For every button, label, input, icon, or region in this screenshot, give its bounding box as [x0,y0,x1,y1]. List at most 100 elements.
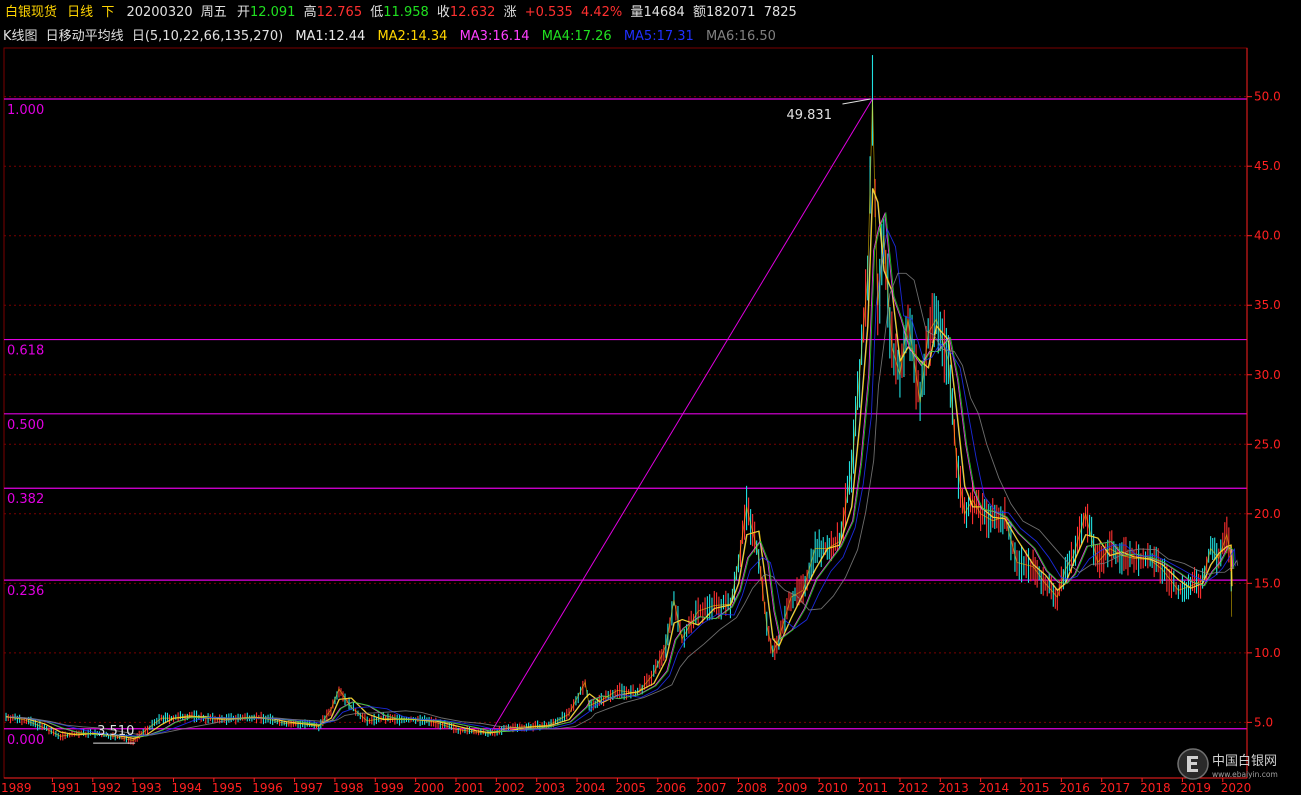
ma5-value: MA5:17.31 [623,29,694,44]
y-tick-label: 10.0 [1254,646,1281,660]
x-tick-label: 2004 [575,781,606,795]
fib-level-label: 0.500 [7,418,44,433]
chart-name[interactable]: K线图 [3,29,38,44]
y-tick-label: 45.0 [1254,159,1281,173]
x-tick-label: 2001 [454,781,485,795]
y-tick-label: 35.0 [1254,298,1281,312]
low-label: 低 [370,5,384,20]
close-price-line [5,99,1233,741]
quote-header: 白银现货 日线 下 20200320 周五 开12.091 高12.765 低1… [0,0,1301,26]
low-value: 11.958 [383,5,429,20]
x-tick-label: 1989 [1,781,32,795]
x-tick-label: 2015 [1019,781,1050,795]
y-tick-label: 30.0 [1254,368,1281,382]
chart-annotations: 49.831 3.510 [93,98,871,744]
kline-chart[interactable]: 1.000 0.618 0.500 0.382 0.236 0.000 49.831 3.5… [0,0,1301,795]
fib-level-label: 1.000 [7,103,44,118]
y-tick-label: 40.0 [1254,229,1281,243]
amount-value: 182071 [705,5,756,20]
plot-frame [3,47,1248,779]
fib-level-label: 0.000 [7,733,44,748]
x-tick-label: 2011 [858,781,889,795]
ma4-value: MA4:17.26 [541,29,612,44]
price-axis: 5.0 10.0 15.0 20.0 25.0 30.0 35.0 40.0 45.0 50.0 [1246,48,1281,778]
period-label[interactable]: 日线 [67,5,93,20]
x-tick-label: 1996 [252,781,283,795]
x-tick-label: 1993 [131,781,162,795]
x-tick-label: 2006 [656,781,687,795]
volume-value: 14684 [643,5,685,20]
x-tick-label: 1992 [91,781,122,795]
indicator-name[interactable]: 日移动平均线 [46,29,124,44]
x-tick-label: 1994 [172,781,203,795]
amount-label: 额 [692,5,706,20]
extra-value: 7825 [763,5,797,20]
x-tick-label: 2012 [898,781,929,795]
quote-date: 20200320 [126,5,193,20]
ma3-value: MA3:16.14 [459,29,530,44]
high-price-label: 49.831 [786,108,832,123]
ma6-value: MA6:16.50 [705,29,776,44]
change-value: +0.535 [524,5,573,20]
high-value: 12.765 [316,5,363,20]
x-tick-label: 2008 [737,781,768,795]
fib-level-label: 0.236 [7,584,44,599]
x-tick-label: 2010 [817,781,848,795]
fibonacci-levels: 1.000 0.618 0.500 0.382 0.236 0.000 [4,98,1247,748]
logo-e-icon [1187,756,1198,772]
x-tick-label: 2005 [615,781,646,795]
close-value: 12.632 [449,5,496,20]
ma-indicator-bar: K线图 日移动平均线 日(5,10,22,66,135,270) MA1:12.… [0,26,1301,48]
fib-level-label: 0.382 [7,492,44,507]
x-tick-label: 1991 [50,781,81,795]
watermark-url: www.ebaiyin.com [1212,770,1278,779]
x-tick-label: 1995 [212,781,243,795]
price-series [5,55,1239,746]
x-tick-label: 2013 [938,781,969,795]
moving-average-line [7,211,1234,738]
x-tick-label: 2016 [1059,781,1090,795]
moving-average-line [12,272,1239,736]
x-tick-label: 2000 [414,781,445,795]
moving-average-line [6,188,1233,739]
low-price-label: 3.510 [97,724,134,739]
date-axis: 1989 1991 1992 1993 1994 1995 1996 1997 1998 1999… [1,777,1251,795]
x-tick-label: 1999 [373,781,404,795]
y-tick-label: 15.0 [1254,576,1281,590]
ma2-value: MA2:14.34 [377,29,448,44]
site-watermark: 中国白银网 www.ebaiyin.com [1176,744,1296,784]
x-tick-label: 2002 [494,781,525,795]
y-tick-label: 5.0 [1254,715,1273,729]
price-grid [3,47,1248,779]
ma1-value: MA1:12.44 [295,29,366,44]
volume-label: 量 [630,5,644,20]
moving-average-line [5,188,1233,739]
indicator-params[interactable]: 日(5,10,22,66,135,270) [132,29,283,44]
x-tick-label: 1998 [333,781,364,795]
fib-trend-line [489,98,873,734]
y-tick-label: 20.0 [1254,507,1281,521]
y-tick-label: 25.0 [1254,437,1281,451]
quote-weekday: 周五 [200,5,227,20]
change-label: 涨 [503,5,517,20]
moving-average-line [9,228,1236,737]
x-tick-label: 2018 [1140,781,1171,795]
x-tick-label: 2009 [777,781,808,795]
open-value: 12.091 [249,5,296,20]
open-label: 开 [236,5,250,20]
x-tick-label: 2007 [696,781,727,795]
y-tick-label: 50.0 [1254,90,1281,104]
period-arrow[interactable]: 下 [101,5,114,20]
watermark-logo: 中国白银网 www.ebaiyin.com [1177,748,1278,780]
symbol-name[interactable]: 白银现货 [5,5,57,20]
x-tick-label: 2017 [1100,781,1131,795]
close-label: 收 [436,5,450,20]
change-percent: 4.42% [580,5,623,20]
x-tick-label: 1997 [293,781,324,795]
watermark-site-name: 中国白银网 [1212,753,1277,769]
fib-level-label: 0.618 [7,344,44,359]
high-leader-line [842,98,871,105]
x-tick-label: 2014 [979,781,1010,795]
high-label: 高 [303,5,317,20]
moving-average-line [8,211,1235,738]
